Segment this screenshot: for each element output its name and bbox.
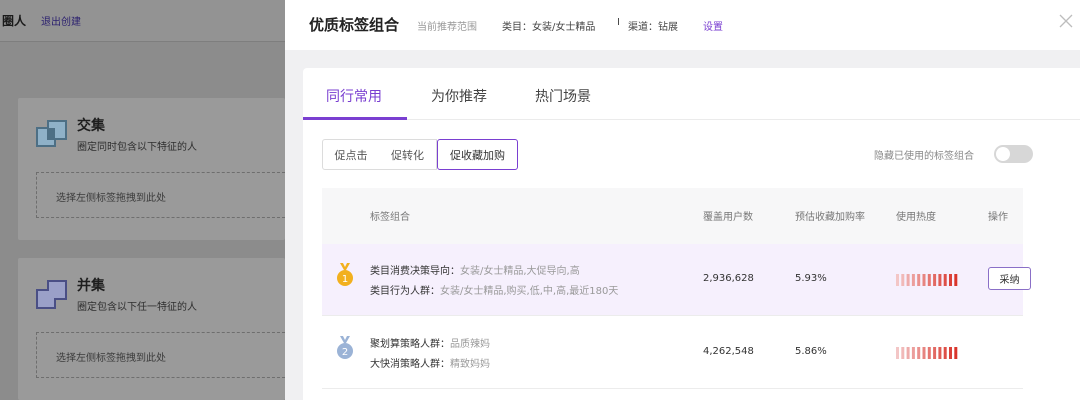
tab-hot-scenes[interactable]: 热门场景 xyxy=(535,86,591,106)
drop-hint: 选择左侧标签拖拽到此处 xyxy=(56,193,166,204)
union-subtitle: 圈定包含以下任一特征的人 xyxy=(77,302,197,313)
range-label: 当前推荐范围 xyxy=(417,22,477,33)
background-page: 圈人 退出创建 交集 圈定同时包含以下特征的人 选择左侧标签拖拽到此处 并集 圈… xyxy=(0,0,285,400)
tab-peer-common[interactable]: 同行常用 xyxy=(326,86,382,106)
tab-recommended[interactable]: 为你推荐 xyxy=(431,86,487,106)
tab-ink-bar xyxy=(303,117,407,120)
heat-bar xyxy=(896,274,958,286)
heat-tick xyxy=(901,274,905,286)
recommend-card: 同行常用 为你推荐 热门场景 促点击 促转化 促收藏加购 隐藏已使用的标签组合 … xyxy=(303,68,1080,400)
favorite-rate: 5.93% xyxy=(795,273,827,284)
tag-line: 大快消策略人群：精致妈妈 xyxy=(370,359,490,370)
header-tag-combo: 标签组合 xyxy=(370,212,410,223)
adopt-button[interactable]: 采纳 xyxy=(988,267,1031,290)
tab-bar: 同行常用 为你推荐 热门场景 xyxy=(303,68,1080,120)
silver-medal-icon: 2 xyxy=(337,336,353,359)
background-topbar: 圈人 退出创建 xyxy=(0,0,285,42)
toggle-knob xyxy=(996,147,1010,161)
close-icon[interactable] xyxy=(1059,14,1073,28)
table-header: 标签组合 覆盖用户数 预估收藏加购率 使用热度 操作 xyxy=(322,188,1023,244)
union-title: 并集 xyxy=(77,278,105,294)
hide-used-toggle[interactable] xyxy=(994,145,1033,163)
heat-tick xyxy=(943,347,947,359)
intersection-drop-zone[interactable]: 选择左侧标签拖拽到此处 xyxy=(36,172,285,218)
heat-tick xyxy=(943,274,947,286)
heat-tick xyxy=(917,274,921,286)
heat-tick xyxy=(911,274,915,286)
intersection-subtitle: 圈定同时包含以下特征的人 xyxy=(77,142,197,153)
heat-tick xyxy=(911,347,915,359)
drawer-header: 优质标签组合 当前推荐范围 类目：女装/女士精品 I 渠道：钻展 设置 xyxy=(285,0,1080,50)
tag-line: 类目行为人群：女装/女士精品,购买,低,中,高,最近180天 xyxy=(370,286,619,297)
heat-tick xyxy=(896,274,899,286)
union-panel: 并集 圈定包含以下任一特征的人 选择左侧标签拖拽到此处 xyxy=(18,258,285,400)
heat-tick xyxy=(949,347,952,359)
segment-click[interactable]: 促点击 xyxy=(322,139,380,170)
header-action: 操作 xyxy=(988,212,1008,223)
heat-tick xyxy=(933,274,937,286)
heat-tick xyxy=(938,274,942,286)
heat-tick xyxy=(922,274,926,286)
heat-tick xyxy=(896,347,899,359)
favorite-rate: 5.86% xyxy=(795,346,827,357)
svg-text:2: 2 xyxy=(342,347,348,358)
heat-tick xyxy=(949,274,952,286)
header-separator: I xyxy=(617,17,620,28)
union-drop-zone[interactable]: 选择左侧标签拖拽到此处 xyxy=(36,332,285,378)
heat-tick xyxy=(917,347,921,359)
heat-tick xyxy=(927,274,931,286)
header-rate: 预估收藏加购率 xyxy=(795,212,865,223)
gold-medal-icon: 1 xyxy=(337,263,353,286)
intersection-panel: 交集 圈定同时包含以下特征的人 选择左侧标签拖拽到此处 xyxy=(18,98,285,240)
tag-line: 聚划算策略人群：品质辣妈 xyxy=(370,339,490,350)
coverage-users: 2,936,628 xyxy=(703,273,754,284)
category-label: 类目：女装/女士精品 xyxy=(502,22,596,33)
segment-conversion[interactable]: 促转化 xyxy=(379,139,437,170)
table-row: 1 类目消费决策导向：女装/女士精品,大促导向,高 类目行为人群：女装/女士精品… xyxy=(322,244,1031,316)
channel-label: 渠道：钻展 xyxy=(628,22,678,33)
header-coverage: 覆盖用户数 xyxy=(703,212,753,223)
svg-text:1: 1 xyxy=(342,274,348,285)
heat-tick xyxy=(906,274,910,286)
hide-used-label: 隐藏已使用的标签组合 xyxy=(874,151,974,162)
header-heat: 使用热度 xyxy=(896,212,936,223)
heat-tick xyxy=(954,274,958,286)
heat-tick xyxy=(954,347,958,359)
drop-hint: 选择左侧标签拖拽到此处 xyxy=(56,353,166,364)
heat-tick xyxy=(933,347,937,359)
heat-tick xyxy=(906,347,910,359)
heat-tick xyxy=(938,347,942,359)
drawer-title: 优质标签组合 xyxy=(309,16,400,34)
heat-tick xyxy=(922,347,926,359)
heat-tick xyxy=(927,347,931,359)
tag-line: 类目消费决策导向：女装/女士精品,大促导向,高 xyxy=(370,266,580,277)
settings-link[interactable]: 设置 xyxy=(703,18,723,33)
table-row: 2 聚划算策略人群：品质辣妈 大快消策略人群：精致妈妈 4,262,548 5.… xyxy=(322,317,1023,389)
heat-bar xyxy=(896,347,958,359)
heat-tick xyxy=(901,347,905,359)
intersection-icon xyxy=(36,120,67,147)
intersection-title: 交集 xyxy=(77,118,105,134)
exit-create-link[interactable]: 退出创建 xyxy=(41,13,81,28)
segment-favorite-cart[interactable]: 促收藏加购 xyxy=(437,139,518,170)
background-title: 圈人 xyxy=(2,14,27,28)
tag-combo-drawer: 优质标签组合 当前推荐范围 类目：女装/女士精品 I 渠道：钻展 设置 同行常用… xyxy=(285,0,1080,400)
union-icon xyxy=(36,280,67,309)
coverage-users: 4,262,548 xyxy=(703,346,754,357)
